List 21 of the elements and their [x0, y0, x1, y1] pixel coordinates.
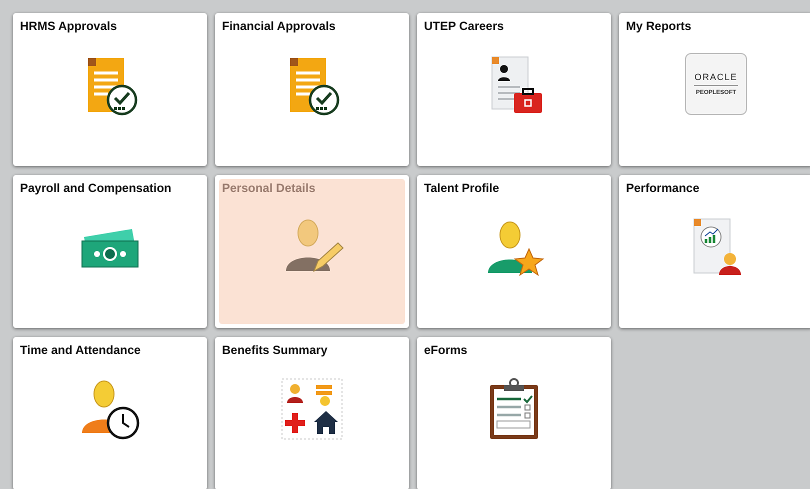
- tile-title: My Reports: [626, 19, 692, 33]
- app-tile[interactable]: Financial Approvals: [215, 13, 409, 166]
- app-tile[interactable]: Talent Profile: [417, 175, 611, 328]
- app-tile[interactable]: eForms: [417, 337, 611, 489]
- tile-title: Performance: [626, 181, 700, 195]
- tile-title: Personal Details: [222, 181, 316, 195]
- tile-title: Payroll and Compensation: [20, 181, 172, 195]
- app-tile[interactable]: Time and Attendance: [13, 337, 207, 489]
- app-tile[interactable]: Benefits Summary: [215, 337, 409, 489]
- logo-wordmark: ORACLE: [694, 72, 738, 86]
- app-tile[interactable]: HRMS Approvals: [13, 13, 207, 166]
- tile-title: Benefits Summary: [222, 343, 328, 357]
- tile-title: Financial Approvals: [222, 19, 337, 33]
- app-tile[interactable]: Performance: [619, 175, 810, 328]
- tile-title: HRMS Approvals: [20, 19, 118, 33]
- tile-title: Time and Attendance: [20, 343, 142, 357]
- tile-title: eForms: [424, 343, 468, 357]
- app-tile[interactable]: Payroll and Compensation: [13, 175, 207, 328]
- tile-title: Talent Profile: [424, 181, 500, 195]
- tile-title: UTEP Careers: [424, 19, 505, 33]
- app-tile[interactable]: UTEP Careers: [417, 13, 611, 166]
